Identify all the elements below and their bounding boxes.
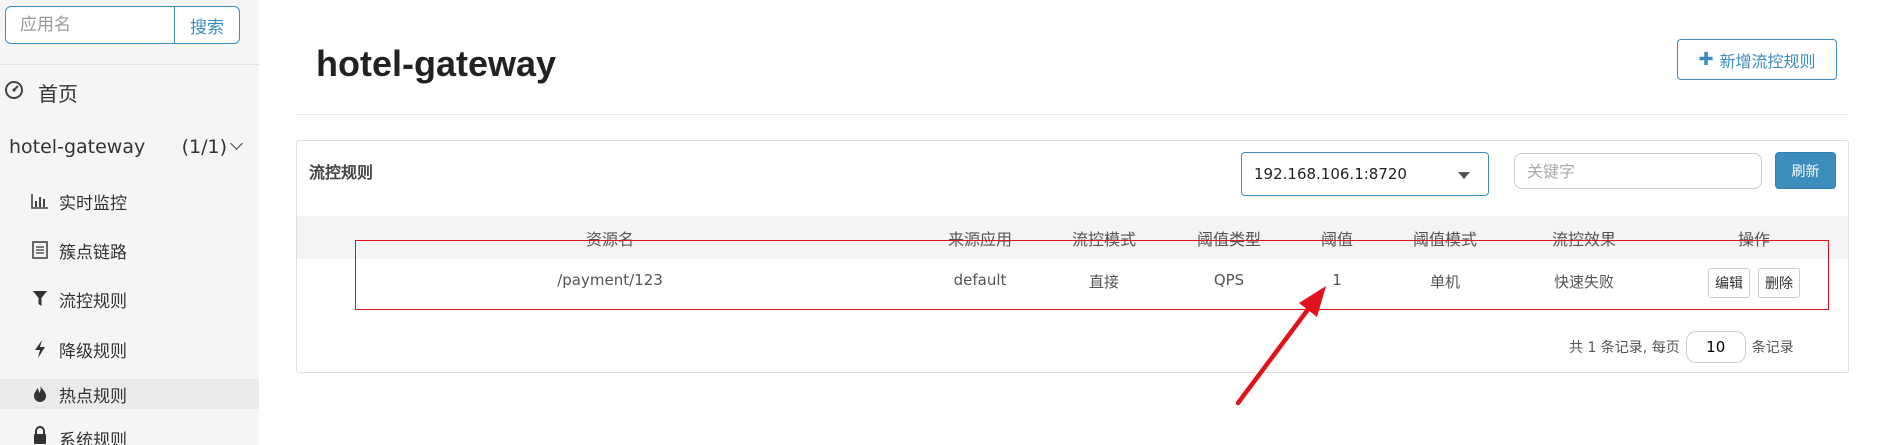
filter-icon: [30, 289, 50, 309]
add-flow-rule-button[interactable]: ✚ 新增流控规则: [1677, 39, 1837, 80]
resource-name-cell: /payment/123: [557, 271, 663, 289]
source-app-cell: default: [953, 271, 1007, 289]
sidebar-item-label: 实时监控: [59, 193, 127, 214]
search-button[interactable]: 搜索: [174, 6, 240, 44]
sidebar-divider: [0, 64, 259, 65]
add-flow-rule-label: 新增流控规则: [1719, 51, 1816, 71]
page-size-input[interactable]: [1685, 331, 1746, 363]
app-hotel-gateway[interactable]: hotel-gateway (1/1): [9, 132, 243, 162]
page-title: hotel-gateway: [316, 43, 557, 84]
column-header: 资源名: [585, 230, 635, 249]
pagination-prefix: 共 1 条记录, 每页: [1569, 340, 1680, 356]
column-header: 阈值类型: [1196, 230, 1262, 249]
sidebar-item-flow-rules[interactable]: 流控规则: [30, 284, 127, 314]
fire-icon: [30, 384, 50, 404]
header-divider: [296, 114, 1849, 115]
app-machine-count: (1/1): [181, 136, 227, 158]
app-name: hotel-gateway: [9, 136, 146, 158]
flow-mode-cell: 直接: [1088, 273, 1120, 291]
app-search-input[interactable]: [5, 6, 174, 44]
table-header: 资源名 来源应用 流控模式 阈值类型 阈值 阈值模式 流控效果 操作: [297, 216, 1848, 259]
flow-rules-panel: 流控规则 192.168.106.1:8720 刷新 资源名 来源应用 流控模式…: [296, 140, 1849, 373]
app-search: 搜索: [5, 6, 240, 44]
nav-home[interactable]: 首页: [4, 76, 78, 108]
delete-button[interactable]: 删除: [1758, 268, 1800, 298]
list-icon: [30, 240, 50, 260]
refresh-button[interactable]: 刷新: [1775, 152, 1836, 189]
nav-home-label: 首页: [38, 81, 78, 106]
column-header: 流控效果: [1551, 230, 1617, 249]
control-effect-cell: 快速失败: [1553, 273, 1615, 291]
edit-button[interactable]: 编辑: [1708, 268, 1750, 298]
sidebar: 搜索 首页 hotel-gateway (1/1) 实时监控 簇点链路 流控规则: [0, 0, 259, 445]
lock-icon: [30, 426, 50, 445]
column-header: 阈值: [1320, 230, 1354, 249]
sidebar-item-realtime-monitor[interactable]: 实时监控: [30, 186, 127, 216]
pagination: 共 1 条记录, 每页 条记录: [1569, 331, 1794, 363]
column-header: 流控模式: [1071, 230, 1137, 249]
table-row: /payment/123 default 直接 QPS 1 单机 快速失败 编辑…: [297, 259, 1848, 305]
sidebar-item-label: 簇点链路: [59, 242, 127, 263]
sidebar-item-label: 降级规则: [59, 341, 127, 362]
bolt-icon: [30, 339, 50, 359]
keyword-input[interactable]: [1514, 153, 1762, 189]
bar-chart-icon: [30, 191, 50, 211]
column-header: 来源应用: [947, 230, 1013, 249]
plus-icon: ✚: [1698, 49, 1714, 70]
column-header: 阈值模式: [1412, 230, 1478, 249]
sidebar-item-label: 系统规则: [59, 431, 127, 445]
cluster-mode-cell: 单机: [1429, 273, 1461, 291]
sidebar-item-label: 热点规则: [59, 386, 127, 407]
chevron-down-icon: [230, 136, 243, 150]
dashboard-icon: [4, 80, 24, 104]
sidebar-item-cluster-link[interactable]: 簇点链路: [30, 235, 127, 265]
caret-down-icon: [1458, 172, 1470, 179]
pagination-suffix: 条记录: [1751, 340, 1794, 356]
column-header: 操作: [1737, 230, 1771, 249]
sidebar-item-degrade-rules[interactable]: 降级规则: [30, 334, 127, 364]
sidebar-item-label: 流控规则: [59, 291, 127, 312]
sidebar-item-hotspot-rules[interactable]: 热点规则: [0, 379, 259, 409]
machine-select-value: 192.168.106.1:8720: [1254, 165, 1407, 183]
sidebar-item-system-rules[interactable]: 系统规则: [30, 426, 127, 445]
threshold-cell: 1: [1332, 271, 1342, 289]
threshold-type-cell: QPS: [1213, 271, 1245, 289]
machine-select[interactable]: 192.168.106.1:8720: [1241, 152, 1489, 196]
panel-title: 流控规则: [309, 163, 374, 182]
